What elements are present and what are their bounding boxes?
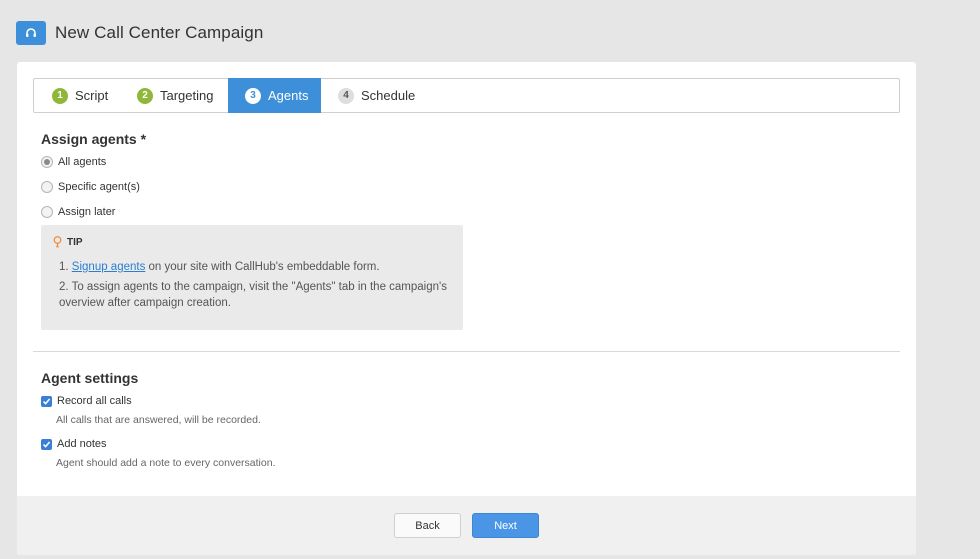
step-label: Schedule xyxy=(361,88,416,103)
step-label: Agents xyxy=(268,88,309,103)
radio-assign-later[interactable]: Assign later xyxy=(41,206,115,218)
wizard-footer: Back Next xyxy=(17,496,916,555)
radio-label: Assign later xyxy=(58,206,116,218)
page-title: New Call Center Campaign xyxy=(55,23,264,42)
add-notes-hint: Agent should add a note to every convers… xyxy=(56,457,276,469)
step-agents[interactable]: 3 Agents xyxy=(228,78,321,113)
headset-icon xyxy=(16,21,46,45)
radio-label: All agents xyxy=(58,156,107,168)
step-number: 4 xyxy=(338,87,354,104)
step-number: 3 xyxy=(245,87,261,104)
tip-header: TIP xyxy=(53,236,83,248)
wizard-stepper: 1 Script 2 Targeting 3 Agents 4 Schedule xyxy=(33,78,900,113)
radio-button[interactable] xyxy=(41,206,53,218)
step-label: Targeting xyxy=(160,88,214,103)
agent-settings-heading: Agent settings xyxy=(41,370,139,386)
next-button[interactable]: Next xyxy=(472,513,539,538)
record-calls-checkbox-row[interactable]: Record all calls xyxy=(41,395,132,407)
radio-button[interactable] xyxy=(41,156,53,168)
signup-agents-link[interactable]: Signup agents xyxy=(72,261,146,273)
record-calls-label: Record all calls xyxy=(57,395,132,407)
step-label: Script xyxy=(75,88,109,103)
tip-item-1: 1. Signup agents on your site with CallH… xyxy=(59,259,454,275)
tip-item-text: on your site with CallHub's embeddable f… xyxy=(145,261,380,273)
step-schedule[interactable]: 4 Schedule xyxy=(321,79,431,112)
tip-box: TIP 1. Signup agents on your site with C… xyxy=(41,225,463,330)
radio-all-agents[interactable]: All agents xyxy=(41,156,106,168)
check-icon xyxy=(42,440,51,448)
checkbox[interactable] xyxy=(41,438,52,450)
step-targeting[interactable]: 2 Targeting xyxy=(120,79,228,112)
assign-agents-heading: Assign agents * xyxy=(41,131,147,147)
step-script[interactable]: 1 Script xyxy=(34,79,120,112)
add-notes-label: Add notes xyxy=(57,438,107,450)
tip-item-number: 1. xyxy=(59,261,69,273)
radio-button[interactable] xyxy=(41,181,53,193)
record-calls-hint: All calls that are answered, will be rec… xyxy=(56,414,261,426)
section-divider xyxy=(33,351,900,352)
page-header: New Call Center Campaign xyxy=(16,21,263,45)
back-button[interactable]: Back xyxy=(394,513,461,538)
lightbulb-icon xyxy=(53,236,62,248)
tip-label: TIP xyxy=(67,236,83,248)
step-number: 2 xyxy=(137,87,153,104)
step-number: 1 xyxy=(52,87,68,104)
add-notes-checkbox-row[interactable]: Add notes xyxy=(41,438,107,450)
radio-specific-agents[interactable]: Specific agent(s) xyxy=(41,181,140,193)
campaign-card: 1 Script 2 Targeting 3 Agents 4 Schedule… xyxy=(17,62,916,555)
checkbox[interactable] xyxy=(41,395,52,407)
check-icon xyxy=(42,397,51,405)
tip-item-2: 2. To assign agents to the campaign, vis… xyxy=(59,281,447,309)
radio-label: Specific agent(s) xyxy=(58,181,140,193)
